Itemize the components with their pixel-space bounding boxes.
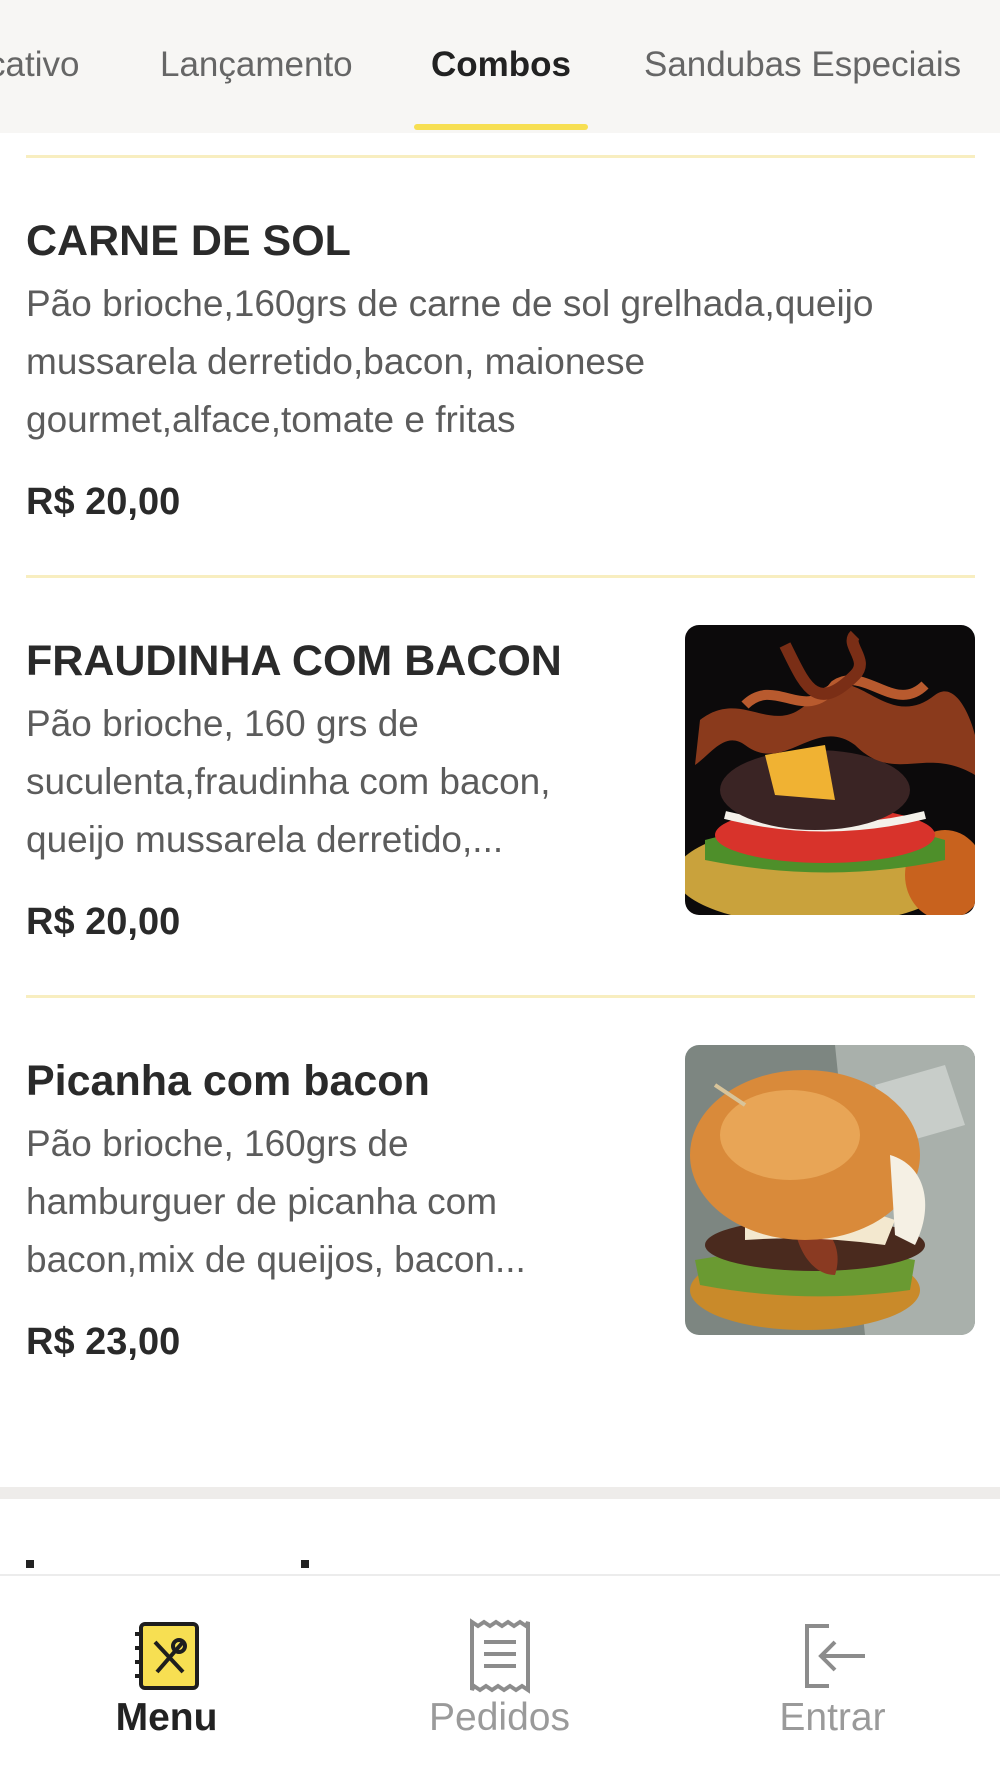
receipt-icon bbox=[469, 1618, 530, 1694]
description-line: Pão brioche, 160grs de bbox=[26, 1123, 409, 1164]
product-image-picanha[interactable] bbox=[685, 1045, 975, 1335]
nav-label: Pedidos bbox=[429, 1696, 570, 1739]
description-line: suculenta,fraudinha com bacon, bbox=[26, 761, 551, 802]
product-name: FRAUDINHA COM BACON bbox=[26, 637, 562, 685]
product-text: FRAUDINHA COM BACON Pão brioche, 160 grs… bbox=[26, 635, 646, 945]
tab-lancamento[interactable]: Lançamento bbox=[160, 0, 353, 133]
description-line: mussarela derretido,bacon, maionese bbox=[26, 341, 646, 382]
burger-bacon-photo bbox=[685, 625, 975, 915]
product-description: Pão brioche,160grs de carne de sol grelh… bbox=[26, 275, 975, 449]
description-line: bacon,mix de queijos, bacon... bbox=[26, 1239, 526, 1280]
description-line: hamburguer de picanha com bbox=[26, 1181, 498, 1222]
tab-cativo[interactable]: cativo bbox=[0, 0, 79, 133]
product-description: Pão brioche, 160 grs de suculenta,fraudi… bbox=[26, 695, 646, 869]
product-description: Pão brioche, 160grs de hamburguer de pic… bbox=[26, 1115, 646, 1289]
description-line: Pão brioche, 160 grs de bbox=[26, 703, 419, 744]
sign-in-icon bbox=[804, 1624, 865, 1688]
description-line: Pão brioche,160grs de carne de sol grelh… bbox=[26, 283, 874, 324]
divider bbox=[26, 995, 975, 998]
category-tabs: cativo Lançamento Combos Sandubas Especi… bbox=[0, 0, 1000, 133]
nav-menu[interactable]: Menu bbox=[0, 1576, 333, 1778]
active-tab-indicator bbox=[414, 124, 588, 130]
bottom-navigation: Menu Pedidos Entrar bbox=[0, 1574, 1000, 1778]
tab-sandubas-especiais[interactable]: Sandubas Especiais bbox=[644, 0, 961, 133]
product-name: CARNE DE SOL bbox=[26, 217, 351, 265]
product-text: Picanha com bacon Pão brioche, 160grs de… bbox=[26, 1055, 646, 1365]
nav-label: Entrar bbox=[779, 1696, 886, 1739]
product-text: CARNE DE SOL Pão brioche,160grs de carne… bbox=[26, 215, 975, 525]
product-price: R$ 23,00 bbox=[26, 1321, 181, 1363]
product-image-fraudinha[interactable] bbox=[685, 625, 975, 915]
divider bbox=[26, 575, 975, 578]
product-price: R$ 20,00 bbox=[26, 481, 181, 523]
description-line: queijo mussarela derretido,... bbox=[26, 819, 504, 860]
tab-combos[interactable]: Combos bbox=[414, 0, 588, 133]
next-section-title-cutoff bbox=[26, 1560, 326, 1568]
product-price: R$ 20,00 bbox=[26, 901, 181, 943]
description-line: gourmet,alface,tomate e fritas bbox=[26, 399, 516, 440]
burger-picanha-photo bbox=[685, 1045, 975, 1335]
product-name: Picanha com bacon bbox=[26, 1057, 430, 1105]
menu-book-icon bbox=[134, 1622, 199, 1690]
section-separator bbox=[0, 1487, 1000, 1499]
nav-entrar[interactable]: Entrar bbox=[666, 1576, 999, 1778]
product-card-carne-de-sol[interactable]: CARNE DE SOL Pão brioche,160grs de carne… bbox=[26, 215, 975, 525]
nav-label: Menu bbox=[115, 1696, 218, 1739]
divider bbox=[26, 155, 975, 158]
nav-pedidos[interactable]: Pedidos bbox=[333, 1576, 666, 1778]
